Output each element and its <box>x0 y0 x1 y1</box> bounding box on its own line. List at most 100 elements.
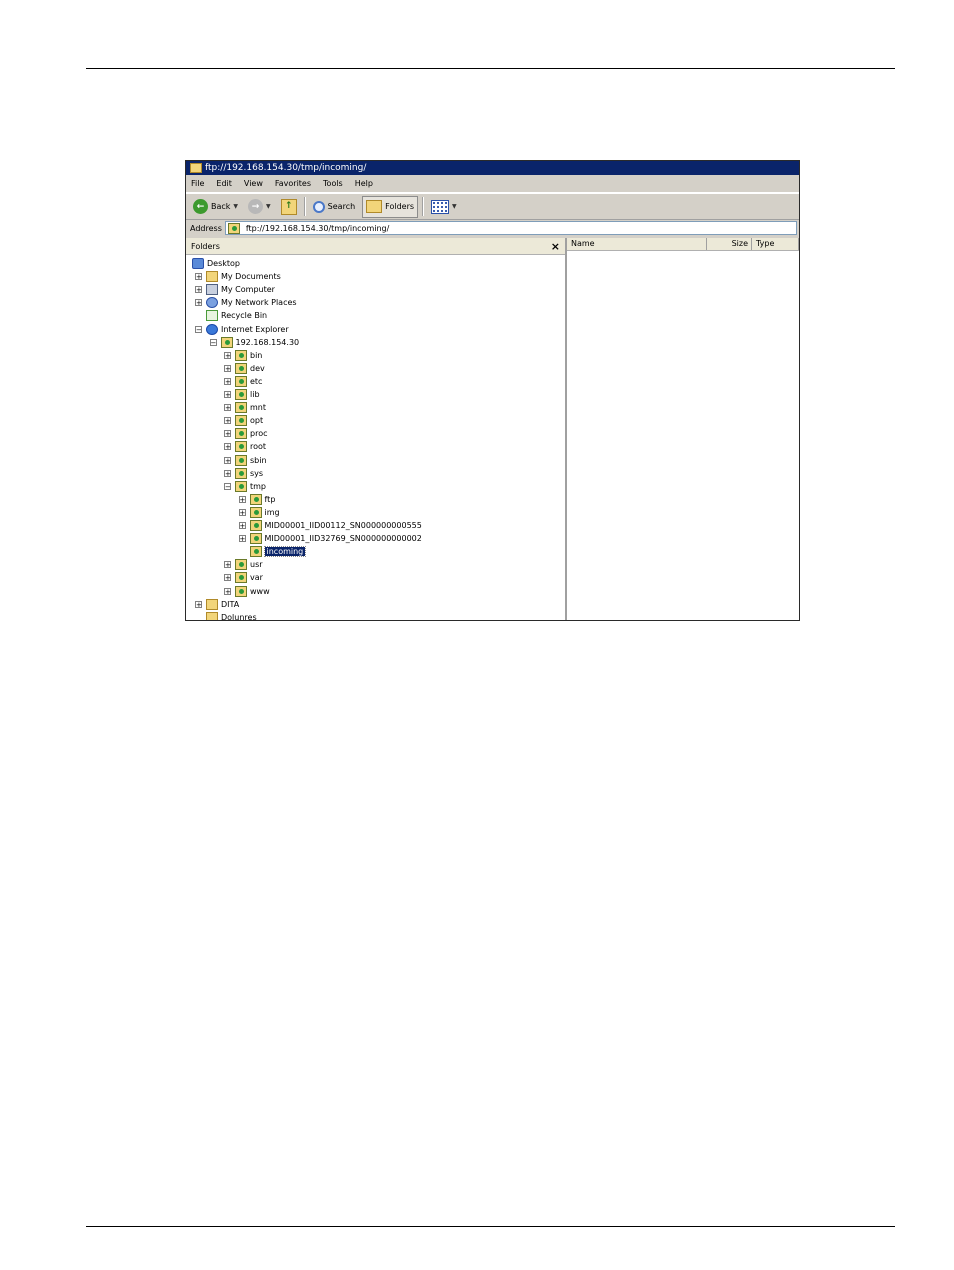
expand-icon[interactable]: + <box>238 535 246 543</box>
title-bar[interactable]: ftp://192.168.154.30/tmp/incoming/ <box>186 161 799 175</box>
ftp-folder-icon <box>235 389 247 400</box>
expand-icon[interactable]: + <box>195 273 202 281</box>
tree-node[interactable]: − Internet Explorer <box>195 323 289 336</box>
collapse-icon[interactable]: − <box>195 325 202 333</box>
expand-icon[interactable]: + <box>224 377 231 385</box>
tree-node[interactable]: + sys <box>224 467 263 480</box>
tree-node[interactable]: + usr <box>224 558 263 571</box>
ftp-folder-icon <box>235 349 247 361</box>
up-button[interactable]: ↑ <box>278 197 300 217</box>
tree-node[interactable]: + etc <box>224 375 262 388</box>
forward-arrow-icon: → <box>248 199 264 214</box>
tree-node[interactable]: + img <box>238 506 280 519</box>
menu-tools[interactable]: Tools <box>323 179 343 188</box>
expand-icon[interactable]: + <box>224 351 231 359</box>
forward-dropdown-icon[interactable]: ▼ <box>266 203 271 210</box>
tree-node-label: Desktop <box>207 259 240 268</box>
expand-icon[interactable]: + <box>224 404 231 412</box>
ftp-folder-icon <box>235 572 247 584</box>
expand-icon[interactable]: + <box>238 522 246 530</box>
expand-icon[interactable]: + <box>224 574 231 582</box>
search-label: Search <box>327 202 356 211</box>
tree-node[interactable]: + My Computer <box>195 283 275 296</box>
expand-icon[interactable]: + <box>238 495 246 503</box>
tree-node-label: sbin <box>250 455 267 465</box>
column-type[interactable]: Type <box>752 238 799 250</box>
expand-icon[interactable]: + <box>224 417 231 425</box>
folders-button[interactable]: Folders <box>362 195 419 218</box>
expand-icon[interactable]: + <box>224 430 231 438</box>
menu-favorites[interactable]: Favorites <box>275 179 311 188</box>
content-panes: Folders × Desktop + My Documents + My Comput… <box>186 238 799 620</box>
tree-node[interactable]: Desktop <box>192 257 240 270</box>
expand-icon[interactable]: + <box>195 286 202 294</box>
footer-rule <box>86 1226 895 1227</box>
expand-icon[interactable]: + <box>224 561 231 569</box>
tree-node[interactable]: − tmp <box>224 480 266 493</box>
close-icon[interactable]: × <box>551 240 560 253</box>
tree-node[interactable]: + My Network Places <box>195 296 297 309</box>
tree-node[interactable]: Recycle Bin <box>195 309 267 322</box>
address-input[interactable]: ftp://192.168.154.30/tmp/incoming/ <box>224 221 797 235</box>
expand-icon[interactable]: + <box>224 587 231 595</box>
column-size[interactable]: Size <box>707 238 752 250</box>
ftp-folder-icon <box>235 415 247 427</box>
back-arrow-icon: ← <box>193 199 208 214</box>
expand-icon[interactable]: + <box>195 299 202 307</box>
collapse-icon[interactable]: − <box>209 338 217 346</box>
views-button[interactable]: ▼ <box>428 197 460 217</box>
back-dropdown-icon[interactable]: ▼ <box>233 203 238 210</box>
search-button[interactable]: Search <box>310 197 358 217</box>
tree-node[interactable]: + DITA <box>195 598 239 611</box>
tree-node[interactable]: + My Documents <box>195 270 281 283</box>
tree-node-label: usr <box>250 560 263 570</box>
expand-icon[interactable]: + <box>195 600 202 608</box>
back-button[interactable]: ← Back ▼ <box>190 197 241 217</box>
tree-node[interactable]: + MID00001_IID32769_SN000000000002 <box>238 532 422 545</box>
ftp-folder-icon <box>235 441 247 453</box>
expand-icon[interactable]: + <box>238 508 246 516</box>
ftp-folder-icon <box>235 454 247 466</box>
tree-node[interactable]: + bin <box>224 349 262 362</box>
tree-node[interactable]: + ftp <box>238 493 275 506</box>
tree-node[interactable]: + www <box>224 585 270 598</box>
menu-view[interactable]: View <box>244 179 263 188</box>
tree-node-label: My Network Places <box>221 298 297 308</box>
menu-help[interactable]: Help <box>355 179 373 188</box>
toolbar-separator <box>303 197 306 216</box>
window-title: ftp://192.168.154.30/tmp/incoming/ <box>205 163 367 173</box>
ftp-folder-icon <box>235 428 247 440</box>
expand-icon[interactable]: + <box>224 443 231 451</box>
ftp-folder-icon <box>249 533 262 545</box>
tree-node[interactable]: + root <box>224 440 266 453</box>
column-name[interactable]: Name <box>567 238 707 250</box>
address-value: ftp://192.168.154.30/tmp/incoming/ <box>245 223 390 233</box>
expand-icon[interactable]: + <box>224 391 231 399</box>
tree-node[interactable]: incoming <box>239 545 307 558</box>
menu-edit[interactable]: Edit <box>216 179 232 188</box>
tree-node[interactable]: + proc <box>224 427 267 440</box>
tree-node[interactable]: + var <box>224 571 263 584</box>
tree-node[interactable]: − 192.168.154.30 <box>209 336 299 349</box>
ie-icon <box>206 323 218 335</box>
tree-node-label: incoming <box>263 546 307 558</box>
tree-node[interactable]: + MID00001_IID00112_SN000000000555 <box>238 519 422 532</box>
collapse-icon[interactable]: − <box>224 482 231 490</box>
tree-node[interactable]: + mnt <box>224 401 266 414</box>
folder-icon <box>190 163 202 173</box>
tree-node[interactable]: + opt <box>224 414 263 427</box>
tree-node-label: www <box>250 586 270 596</box>
tree-node[interactable]: + lib <box>224 388 260 401</box>
recycle-bin-icon <box>206 310 218 322</box>
tree-node[interactable]: + sbin <box>224 454 267 467</box>
expand-icon[interactable]: + <box>224 469 231 477</box>
tree-node[interactable]: + dev <box>224 362 265 375</box>
folder-icon <box>206 271 218 283</box>
expand-icon[interactable]: + <box>224 456 231 464</box>
no-expander <box>239 548 246 555</box>
tree-node[interactable]: Dolunres <box>195 611 257 620</box>
menu-file[interactable]: File <box>191 179 204 188</box>
forward-button[interactable]: → ▼ <box>245 197 274 217</box>
expand-icon[interactable]: + <box>224 364 231 372</box>
tree-node-label: root <box>250 442 267 452</box>
